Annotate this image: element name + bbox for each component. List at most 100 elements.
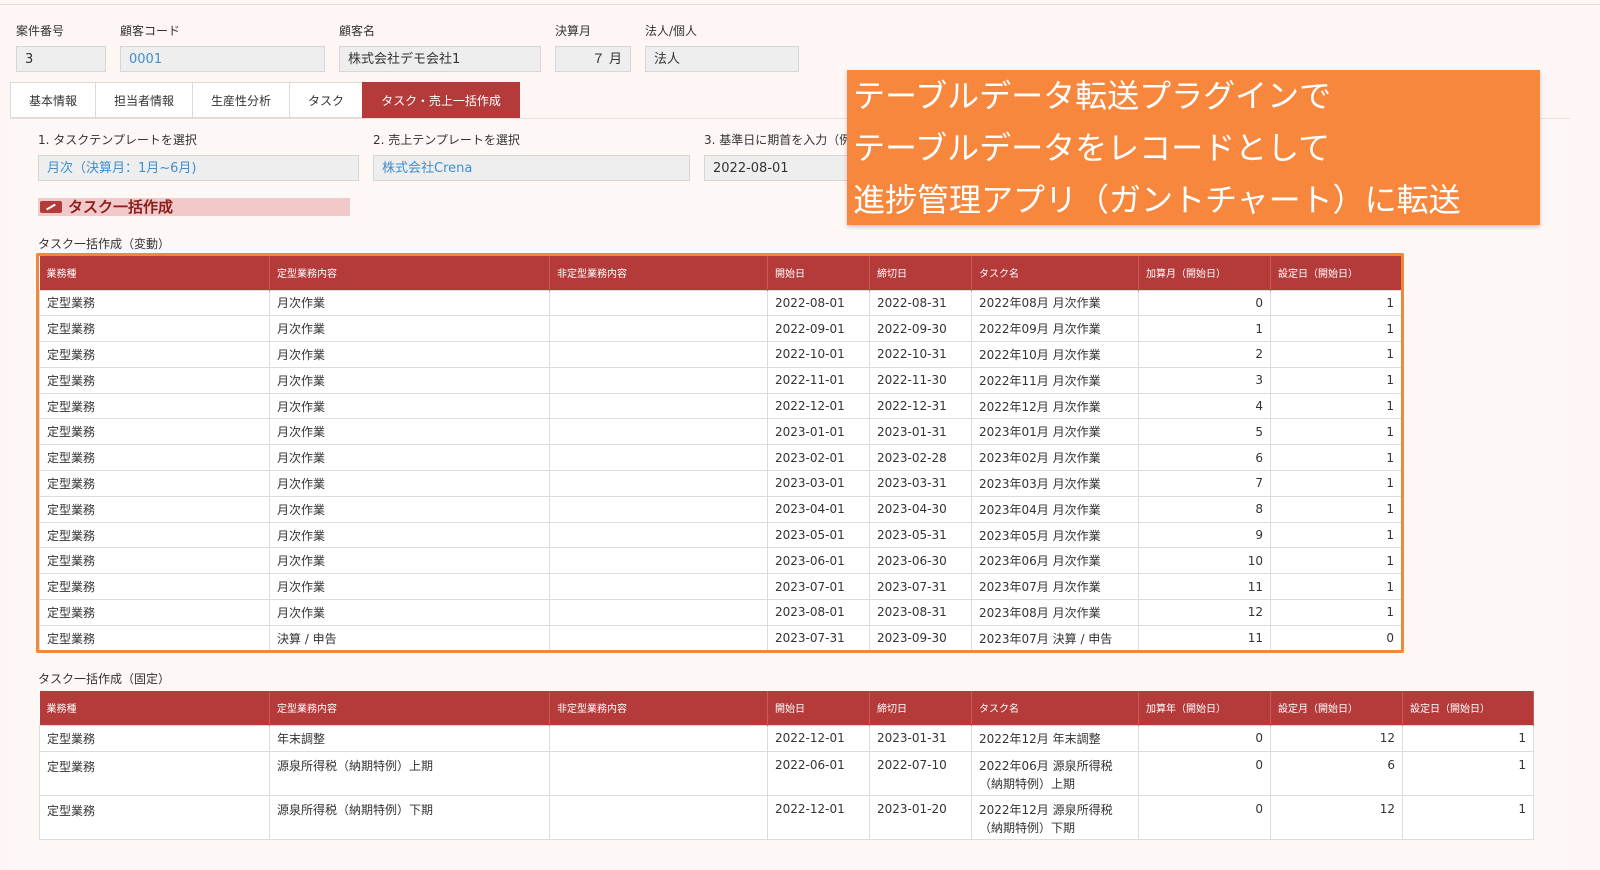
table-cell: 1 [1270, 418, 1402, 446]
column-header: 非定型業務内容 [549, 691, 768, 725]
table-cell: 11 [1138, 573, 1271, 601]
table-cell: 2023-04-01 [767, 495, 870, 523]
table-cell: 1 [1270, 392, 1402, 420]
table-cell: 2023-07-01 [767, 573, 870, 601]
table-cell: 2022-08-01 [767, 289, 870, 317]
base-date-field: 3. 基準日に期首を入力（例 2022-08-01 [704, 131, 854, 181]
table-row: 定型業務 源泉所得税（納期特例）下期 2022-12-01 2023-01-20 202… [39, 794, 1534, 840]
base-date-input[interactable]: 2022-08-01 [704, 155, 854, 181]
table-cell: 月次作業 [269, 573, 550, 601]
entity-type-field: 法人/個人 法人 [645, 22, 799, 72]
sales-template-link[interactable]: 株式会社Crena [373, 155, 690, 181]
task-template-label: 1. タスクテンプレートを選択 [38, 133, 197, 147]
table-cell: 2022-12-01 [767, 724, 870, 752]
table-cell: 2023年01月 月次作業 [971, 418, 1139, 446]
table-row: 定型業務 月次作業 2023-07-01 2023-07-31 2023年07月 月次作… [39, 573, 1402, 601]
table-cell: 月次作業 [269, 495, 550, 523]
table-cell: 定型業務 [39, 599, 270, 626]
table-cell: 2023年07月 月次作業 [971, 573, 1139, 601]
base-date-label: 3. 基準日に期首を入力（例 [704, 133, 852, 147]
tab-bulk-create[interactable]: タスク・売上一括作成 [362, 82, 520, 118]
table-row: 定型業務 年末調整 2022-12-01 2023-01-31 2022年12月 年末調… [39, 724, 1534, 752]
tab-tasks[interactable]: タスク [289, 82, 363, 118]
column-header: 定型業務内容 [269, 691, 550, 725]
table-cell: 月次作業 [269, 315, 550, 343]
table-cell: 2022年12月 月次作業 [971, 392, 1139, 420]
table-cell: 2023年02月 月次作業 [971, 444, 1139, 472]
callout-line-3: 進捗管理アプリ（ガントチャート）に転送 [853, 181, 1461, 219]
table-cell: 2023年04月 月次作業 [971, 495, 1139, 523]
table-cell [549, 573, 768, 601]
table-cell: 定型業務 [39, 573, 270, 601]
table-row: 定型業務 月次作業 2023-08-01 2023-08-31 2023年08月 月次作… [39, 599, 1402, 626]
variable-table-caption: タスク一括作成（変動） [38, 237, 171, 251]
table-cell: 12 [1270, 794, 1403, 840]
pencil-icon [40, 201, 62, 213]
table-cell [549, 521, 768, 549]
table-cell: 月次作業 [269, 470, 550, 497]
table-cell: 0 [1270, 624, 1402, 652]
closing-month-value[interactable]: ７ 月 [555, 46, 631, 72]
table-row: 定型業務 月次作業 2022-09-01 2022-09-30 2022年09月 月次作… [39, 315, 1402, 343]
table-cell: 2022-12-01 [767, 794, 870, 840]
customer-code-link[interactable]: 0001 [120, 46, 325, 72]
table-cell: 定型業務 [39, 418, 270, 446]
table-cell [549, 794, 768, 840]
table-cell: 2023-01-01 [767, 418, 870, 446]
table-cell: 2023-07-31 [869, 573, 972, 601]
table-cell: 月次作業 [269, 392, 550, 420]
table-cell [549, 366, 768, 394]
column-header: 非定型業務内容 [549, 256, 768, 290]
table-cell: 2022年08月 月次作業 [971, 289, 1139, 317]
table-cell: 2 [1138, 341, 1271, 368]
customer-code-field: 顧客コード 0001 [120, 22, 325, 72]
table-cell: 定型業務 [39, 341, 270, 368]
table-row: 定型業務 月次作業 2022-12-01 2022-12-31 2022年12月 月次作… [39, 392, 1402, 420]
table-cell: 月次作業 [269, 289, 550, 317]
table-cell: 定型業務 [39, 750, 270, 796]
table-cell: 1 [1138, 315, 1271, 343]
column-header: 締切日 [869, 256, 972, 290]
table-cell: 月次作業 [269, 521, 550, 549]
table-cell [549, 599, 768, 626]
table-cell: 2023年08月 月次作業 [971, 599, 1139, 626]
table-cell [549, 547, 768, 575]
table-cell: 2023-06-30 [869, 547, 972, 575]
table-cell: 定型業務 [39, 444, 270, 472]
column-header: 開始日 [767, 256, 870, 290]
table-cell [549, 315, 768, 343]
table-cell: 3 [1138, 366, 1271, 394]
table-cell [549, 470, 768, 497]
table-cell: 2023-07-31 [767, 624, 870, 652]
table-cell: 2022年12月 源泉所得税（納期特例）下期 [971, 794, 1139, 840]
table-cell: 2022-07-10 [869, 750, 972, 796]
tab-staff-info[interactable]: 担当者情報 [95, 82, 193, 118]
column-header: 加算年（開始日） [1138, 691, 1271, 725]
column-header: タスク名 [971, 256, 1139, 290]
entity-type-value[interactable]: 法人 [645, 46, 799, 72]
annotation-callout: テーブルデータ転送プラグインで テーブルデータをレコードとして 進捗管理アプリ（… [847, 70, 1540, 225]
case-number-value[interactable]: 3 [16, 46, 106, 72]
table-cell [549, 624, 768, 652]
table-row: 定型業務 決算 / 申告 2023-07-31 2023-09-30 2023年07月 … [39, 624, 1402, 652]
table-cell: 1 [1270, 315, 1402, 343]
tab-productivity[interactable]: 生産性分析 [192, 82, 290, 118]
column-header: 加算月（開始日） [1138, 256, 1271, 290]
callout-line-2: テーブルデータをレコードとして [853, 129, 1331, 167]
table-cell: 定型業務 [39, 495, 270, 523]
table-cell: 2023-08-31 [869, 599, 972, 626]
callout-line-1: テーブルデータ転送プラグインで [853, 77, 1332, 115]
record-tabs: 基本情報 担当者情報 生産性分析 タスク タスク・売上一括作成 [10, 82, 520, 118]
entity-type-label: 法人/個人 [645, 24, 698, 38]
table-cell: 定型業務 [39, 547, 270, 575]
tab-basic-info[interactable]: 基本情報 [10, 82, 96, 118]
column-header: 定型業務内容 [269, 256, 550, 290]
table-cell: 2023-09-30 [869, 624, 972, 652]
table-row: 定型業務 月次作業 2023-06-01 2023-06-30 2023年06月 月次作… [39, 547, 1402, 575]
table-cell: 2022-12-01 [767, 392, 870, 420]
customer-name-value[interactable]: 株式会社デモ会社1 [339, 46, 541, 72]
table-cell: 2022-06-01 [767, 750, 870, 796]
table-cell: 定型業務 [39, 392, 270, 420]
table-cell: 源泉所得税（納期特例）上期 [269, 750, 550, 796]
task-template-link[interactable]: 月次（決算月：1月~6月) [38, 155, 359, 181]
